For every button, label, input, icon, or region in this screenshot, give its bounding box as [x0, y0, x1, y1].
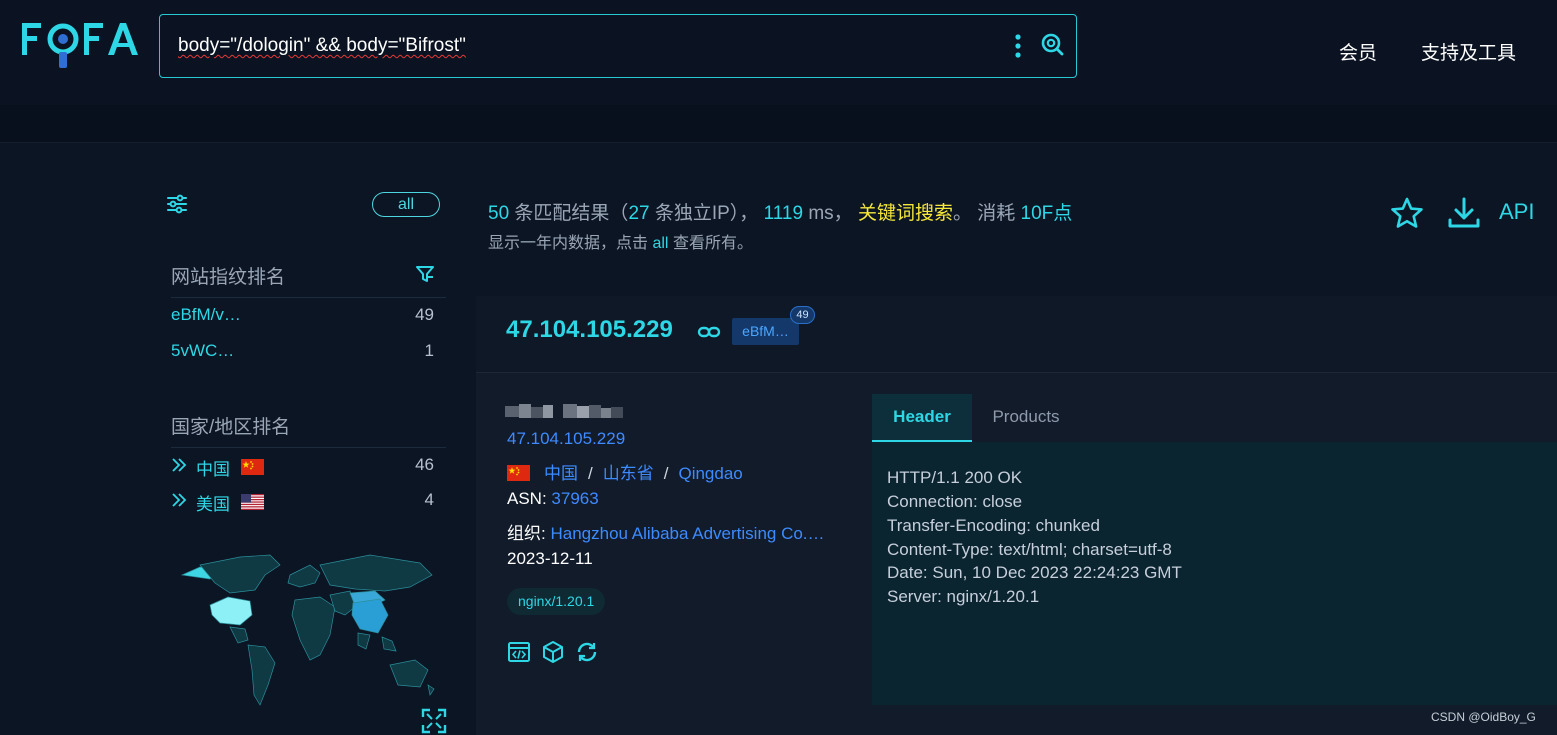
star-icon[interactable] — [1390, 196, 1424, 230]
header-line: Content-Type: text/html; charset=utf-8 — [887, 540, 1172, 559]
country-label[interactable]: 中国 — [196, 455, 230, 480]
link-icon[interactable] — [697, 322, 721, 342]
host-ip-row: 47.104.105.229 — [507, 429, 625, 449]
data-range-note: 显示一年内数据，点击 all 查看所有。 — [488, 229, 753, 253]
keyword-search-link[interactable]: 关键词搜索 — [858, 203, 953, 224]
code-icon[interactable] — [507, 640, 531, 664]
province-link[interactable]: 山东省 — [603, 464, 654, 483]
org-row: 组织: Hangzhou Alibaba Advertising Co.… — [507, 519, 825, 544]
china-flag-icon — [507, 465, 530, 481]
result-ip-link[interactable]: 47.104.105.229 — [506, 316, 673, 344]
country-ranking-title: 国家/地区排名 — [171, 417, 291, 438]
refresh-icon[interactable] — [575, 640, 599, 664]
double-chevron-right-icon — [172, 493, 187, 507]
fingerprint-count: 1 — [424, 341, 434, 360]
all-toggle-button[interactable]: all — [372, 192, 440, 217]
watermark: CSDN @OidBoy_G — [1431, 710, 1536, 724]
location-row: 中国 / 山东省 / Qingdao — [507, 459, 743, 484]
detail-tabs: Header Products — [872, 394, 1557, 442]
country-count: 4 — [424, 490, 434, 509]
fingerprint-rank-item[interactable]: eBfM/v… 49 — [171, 305, 436, 329]
org-link[interactable]: Hangzhou Alibaba Advertising Co.… — [550, 524, 824, 543]
fingerprint-count: 49 — [415, 305, 434, 324]
nav-membership[interactable]: 会员 — [1339, 38, 1377, 65]
divider — [171, 447, 446, 448]
query-time-text: ms， — [808, 203, 853, 224]
usa-flag-icon — [241, 494, 264, 510]
search-bar[interactable]: body="/dologin" && body="Bifrost" — [159, 14, 1077, 78]
fingerprint-label[interactable]: 5vWC… — [171, 341, 234, 361]
fingerprint-ranking-title: 网站指纹排名 — [171, 267, 286, 288]
download-icon[interactable] — [1446, 196, 1482, 230]
fofa-logo[interactable] — [22, 20, 138, 70]
settings-sliders-icon[interactable] — [166, 193, 188, 215]
unique-ip-text: 条独立IP）， — [654, 203, 759, 224]
country-link[interactable]: 中国 — [544, 464, 578, 483]
world-map[interactable] — [170, 545, 450, 717]
search-icon[interactable] — [1040, 32, 1064, 56]
tab-products[interactable]: Products — [977, 394, 1075, 442]
asn-label: ASN: — [507, 489, 547, 508]
nav-support-tools[interactable]: 支持及工具 — [1421, 38, 1516, 65]
asn-row: ASN: 37963 — [507, 489, 599, 509]
cost-text: 。 消耗 — [952, 203, 1016, 224]
note-prefix: 显示一年内数据，点击 — [488, 235, 649, 252]
fingerprint-tag[interactable]: eBfM… — [732, 318, 799, 345]
sub-bar — [0, 105, 1557, 143]
divider — [171, 297, 446, 298]
results-summary: 50 条匹配结果（27 条独立IP）， 1119 ms， 关键词搜索。 消耗 1… — [488, 198, 1072, 225]
country-rank-item[interactable]: 中国 46 — [171, 455, 436, 479]
header-line: Date: Sun, 10 Dec 2023 22:24:23 GMT — [887, 563, 1182, 582]
fingerprint-label[interactable]: eBfM/v… — [171, 305, 241, 325]
result-date: 2023-12-11 — [507, 549, 593, 568]
cube-icon[interactable] — [541, 640, 565, 664]
tab-header[interactable]: Header — [872, 394, 972, 442]
points-cost: 10F点 — [1020, 203, 1073, 224]
server-tag[interactable]: nginx/1.20.1 — [507, 588, 606, 615]
header-line: HTTP/1.1 200 OK — [887, 468, 1023, 487]
asn-link[interactable]: 37963 — [551, 489, 598, 508]
more-options-icon[interactable] — [1013, 34, 1023, 58]
country-count: 46 — [415, 455, 434, 474]
org-label: 组织: — [507, 524, 546, 543]
api-link[interactable]: API — [1499, 199, 1534, 225]
match-count: 50 — [488, 203, 510, 224]
search-input[interactable]: body="/dologin" && body="Bifrost" — [178, 35, 466, 57]
blurred-hostname — [505, 404, 623, 418]
expand-icon[interactable] — [421, 708, 447, 734]
http-header-panel: HTTP/1.1 200 OK Connection: close Transf… — [872, 442, 1557, 705]
funnel-filter-icon[interactable] — [416, 265, 434, 283]
fingerprint-count-badge: 49 — [790, 306, 815, 324]
query-time: 1119 — [763, 203, 804, 224]
header-line: Server: nginx/1.20.1 — [887, 587, 1040, 606]
double-chevron-right-icon — [172, 458, 187, 472]
city-link[interactable]: Qingdao — [678, 464, 742, 483]
note-suffix: 查看所有。 — [672, 235, 753, 252]
result-card-header: 47.104.105.229 eBfM… 49 — [476, 296, 1557, 373]
view-all-link[interactable]: all — [652, 235, 668, 252]
fingerprint-rank-item[interactable]: 5vWC… 1 — [171, 341, 436, 365]
host-ip-link[interactable]: 47.104.105.229 — [507, 429, 625, 448]
country-label[interactable]: 美国 — [196, 490, 230, 515]
header-line: Connection: close — [887, 492, 1023, 511]
header-line: Transfer-Encoding: chunked — [887, 516, 1100, 535]
china-flag-icon — [241, 459, 264, 475]
unique-ip-count: 27 — [628, 203, 650, 224]
match-count-text: 条匹配结果（ — [514, 203, 629, 224]
country-rank-item[interactable]: 美国 4 — [171, 490, 436, 514]
